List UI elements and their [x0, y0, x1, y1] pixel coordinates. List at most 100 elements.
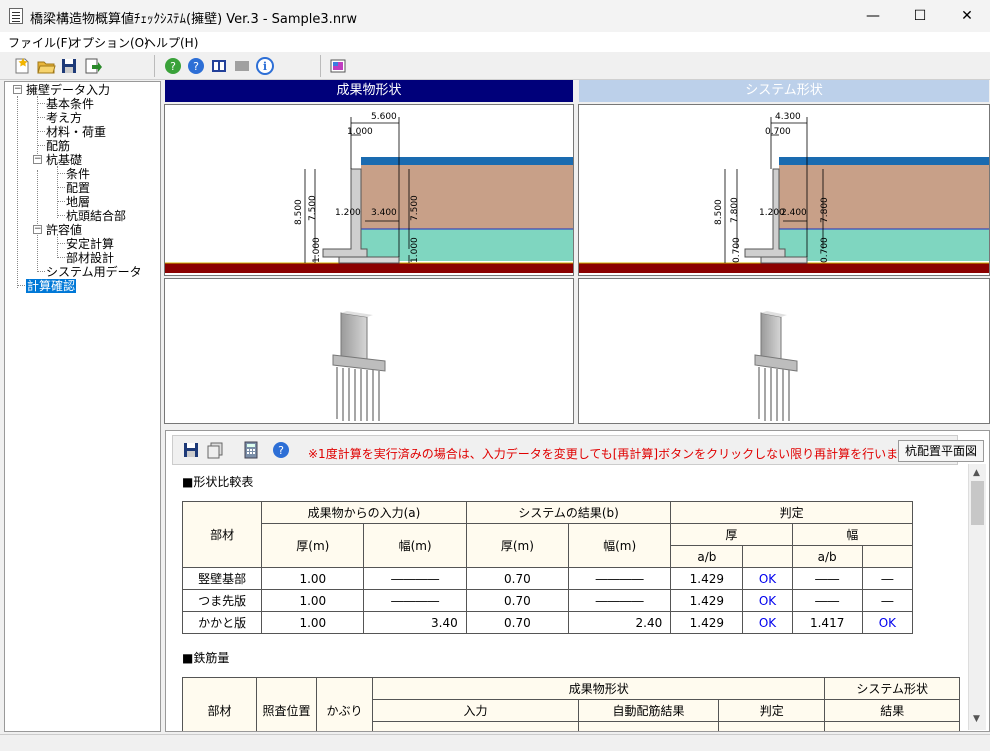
- product-dim-mid2: 3.400: [371, 208, 397, 218]
- tree-item-root[interactable]: 擁壁データ入力: [26, 83, 110, 97]
- th-system: システムの結果(b): [465, 501, 672, 524]
- tree-item-system-data[interactable]: システム用データ: [46, 265, 142, 279]
- info-icon[interactable]: i: [255, 56, 275, 76]
- system-3d-view[interactable]: [578, 278, 990, 424]
- product-dim-top2: 1.000: [347, 127, 373, 137]
- product-dim-h3: 7.500: [410, 195, 420, 221]
- calculator-icon[interactable]: [241, 440, 261, 460]
- menu-help[interactable]: ヘルプ(H): [144, 34, 198, 51]
- tree-item-member-design[interactable]: 部材設計: [66, 251, 114, 265]
- th-ratio-thick: a/b: [670, 545, 744, 568]
- product-shape-header[interactable]: 成果物形状: [165, 80, 573, 102]
- cell-width-b: 2.40: [567, 611, 672, 634]
- report-copy-icon[interactable]: [205, 440, 225, 460]
- rebar-th-position: 照査位置: [256, 677, 317, 731]
- th-thick-judge: 厚: [670, 523, 793, 546]
- system-dim-b1: 0.700: [732, 237, 742, 263]
- check-icon[interactable]: ?: [163, 56, 183, 76]
- tree-item-pile-foundation[interactable]: 杭基礎: [46, 153, 82, 167]
- cell-judge-thick: OK: [742, 567, 793, 590]
- row-member: かかと版: [181, 611, 263, 634]
- minimize-button[interactable]: —: [850, 0, 896, 32]
- th-thick-b: 厚(m): [465, 523, 570, 568]
- tree-collapse-allowable[interactable]: −: [33, 225, 42, 234]
- system-dim-h3: 7.800: [820, 197, 830, 223]
- color-palette-icon[interactable]: [328, 56, 348, 76]
- th-ratio-width: a/b: [791, 545, 863, 568]
- save-icon[interactable]: [59, 56, 79, 76]
- system-dim-top1: 4.300: [775, 112, 801, 122]
- tree-collapse-pile[interactable]: −: [33, 155, 42, 164]
- tree-item-stability[interactable]: 安定計算: [66, 237, 114, 251]
- row-member: つま先版: [181, 589, 263, 612]
- cell-width-a: 3.40: [363, 611, 467, 634]
- cell-judge-thick: OK: [742, 611, 793, 634]
- cell-judge-thick: OK: [742, 589, 793, 612]
- export-icon[interactable]: [82, 56, 102, 76]
- th-input: 成果物からの入力(a): [261, 501, 467, 524]
- th-width-b: 幅(m): [567, 523, 672, 568]
- rebar-th-result: 結果: [824, 699, 960, 722]
- product-dim-h2: 7.500: [308, 195, 318, 221]
- svg-text:?: ?: [278, 444, 284, 457]
- cell-ratio-width: 1.417: [791, 611, 863, 634]
- th-width-a: 幅(m): [363, 523, 467, 568]
- rebar-th-product: 成果物形状: [371, 677, 826, 700]
- close-button[interactable]: ✕: [944, 0, 990, 32]
- tree-item-basic-conditions[interactable]: 基本条件: [46, 97, 94, 111]
- product-dim-b1: 1.000: [312, 237, 322, 263]
- report-pane: ? ※1度計算を実行済みの場合は、入力データを変更しても[再計算]ボタンをクリッ…: [165, 430, 990, 732]
- open-folder-icon[interactable]: [36, 56, 56, 76]
- rebar-table: 部材 照査位置 かぶり 成果物形状 システム形状 入力 自動配筋結果 判定 結果: [182, 677, 960, 731]
- th-width-judge: 幅: [791, 523, 914, 546]
- scroll-up-icon[interactable]: ▲: [973, 468, 980, 478]
- tree-item-calc-check[interactable]: 計算確認: [26, 279, 77, 293]
- menu-file[interactable]: ファイル(F): [8, 34, 72, 51]
- svg-text:i: i: [263, 60, 267, 73]
- system-shape-header[interactable]: システム形状: [579, 80, 989, 102]
- tree-item-layout[interactable]: 配置: [66, 181, 90, 195]
- cell-ratio-thick: 1.429: [670, 611, 744, 634]
- cell-thick-b: 0.70: [465, 567, 570, 590]
- system-dim-top2: 0.700: [765, 127, 791, 137]
- menu-bar: ファイル(F) オプション(O) ヘルプ(H): [0, 32, 990, 52]
- row-member: 竪壁基部: [181, 567, 263, 590]
- tree-collapse-root[interactable]: −: [13, 85, 22, 94]
- th-thick-a: 厚(m): [261, 523, 365, 568]
- input-tree: − 擁壁データ入力 基本条件 考え方 材料・荷重 配筋 − 杭基礎 条件 配置 …: [4, 81, 161, 732]
- cell-width-b: ――――: [567, 567, 672, 590]
- recalc-notice: ※1度計算を実行済みの場合は、入力データを変更しても[再計算]ボタンをクリックし…: [308, 447, 934, 461]
- tree-item-pile-head[interactable]: 杭頭結合部: [66, 209, 126, 223]
- cell-ratio-thick: 1.429: [670, 567, 744, 590]
- product-3d-view[interactable]: [164, 278, 574, 424]
- manual-icon[interactable]: [209, 56, 229, 76]
- cell-ratio-width: ――: [791, 567, 863, 590]
- system-dim-mid2: 2.400: [781, 208, 807, 218]
- scrollbar-thumb[interactable]: [971, 481, 984, 525]
- report-toolbar: ? ※1度計算を実行済みの場合は、入力データを変更しても[再計算]ボタンをクリッ…: [172, 435, 984, 465]
- rebar-amount-title: ■鉄筋量: [182, 651, 230, 665]
- pile-plan-button[interactable]: 杭配置平面図: [898, 440, 984, 462]
- report-save-icon[interactable]: [181, 440, 201, 460]
- product-dim-h1: 8.500: [294, 199, 304, 225]
- new-file-icon[interactable]: [12, 56, 32, 76]
- cell-thick-b: 0.70: [465, 589, 570, 612]
- tree-item-allowable[interactable]: 許容値: [46, 223, 82, 237]
- cell-thick-a: 1.00: [261, 611, 365, 634]
- tree-item-strata[interactable]: 地層: [66, 195, 90, 209]
- help-icon[interactable]: ?: [186, 56, 206, 76]
- rebar-th-cover: かぶり: [316, 677, 373, 731]
- scroll-down-icon[interactable]: ▼: [973, 714, 980, 724]
- tree-item-approach[interactable]: 考え方: [46, 111, 82, 125]
- system-dim-h2: 7.800: [730, 197, 740, 223]
- maximize-button[interactable]: ☐: [897, 0, 943, 32]
- tree-item-conditions[interactable]: 条件: [66, 167, 90, 181]
- report-help-icon[interactable]: ?: [271, 440, 291, 460]
- shape-comparison-table: 部材 成果物からの入力(a) システムの結果(b) 判定 厚(m) 幅(m) 厚…: [181, 501, 914, 634]
- tree-item-rebar[interactable]: 配筋: [46, 139, 70, 153]
- rebar-th-system: システム形状: [824, 677, 960, 700]
- menu-options[interactable]: オプション(O): [70, 34, 149, 51]
- svg-text:?: ?: [170, 60, 176, 73]
- tree-item-materials-loads[interactable]: 材料・荷重: [46, 125, 106, 139]
- product-dim-b2: 1.000: [410, 237, 420, 263]
